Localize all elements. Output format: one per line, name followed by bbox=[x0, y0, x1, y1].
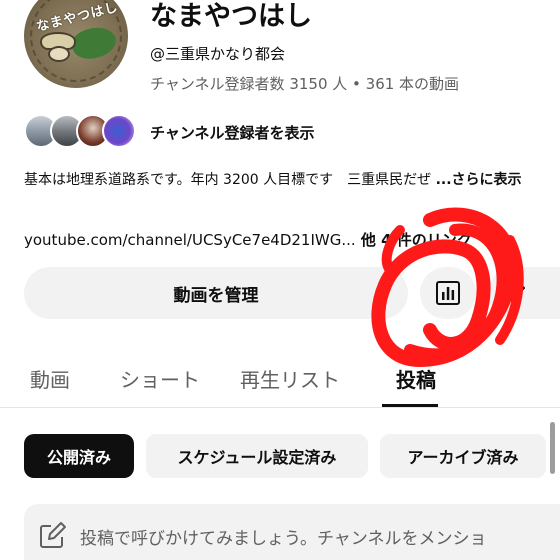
post-placeholder-text: 投稿で呼びかけてみましょう。チャンネルをメンショ bbox=[80, 529, 487, 549]
active-tab-indicator bbox=[382, 404, 438, 407]
channel-description[interactable]: 基本は地理系道路系です。年内 3200 人目標です 三重県民だぜ ...さらに表… bbox=[24, 170, 536, 190]
tab-posts[interactable]: 投稿 bbox=[396, 364, 436, 393]
post-composer-input[interactable]: 投稿で呼びかけてみましょう。チャンネルをメンショ bbox=[24, 504, 560, 560]
pencil-icon bbox=[504, 282, 525, 303]
subscriber-avatars[interactable] bbox=[24, 114, 136, 148]
tab-videos[interactable]: 動画 bbox=[30, 364, 70, 393]
avatar-face-shape bbox=[48, 46, 70, 62]
show-more-link[interactable]: ...さらに表示 bbox=[436, 172, 522, 188]
subscriber-avatar bbox=[102, 114, 136, 148]
channel-stats: チャンネル登録者数 3150 人 • 361 本の動画 bbox=[150, 75, 460, 93]
channel-name: なまやつはし bbox=[150, 1, 312, 32]
manage-videos-label: 動画を管理 bbox=[173, 285, 259, 306]
channel-tabs: 動画 ショート 再生リスト 投稿 bbox=[0, 352, 560, 408]
bar-chart-icon bbox=[436, 281, 460, 305]
tab-playlists[interactable]: 再生リスト bbox=[240, 364, 340, 393]
filter-chip-scheduled[interactable]: スケジュール設定済み bbox=[146, 434, 368, 478]
edit-square-icon bbox=[40, 522, 66, 548]
channel-url[interactable]: youtube.com/channel/UCSyCe7e4D21IWG... bbox=[24, 231, 356, 249]
channel-handle: @三重県かなり都会 bbox=[150, 45, 286, 63]
filter-chip-published[interactable]: 公開済み bbox=[24, 434, 134, 478]
show-subscribers-link[interactable]: チャンネル登録者を表示 bbox=[150, 122, 315, 143]
tab-shorts[interactable]: ショート bbox=[120, 364, 200, 393]
channel-avatar[interactable]: なまやつはし bbox=[24, 0, 128, 88]
scrollbar[interactable] bbox=[550, 422, 555, 474]
filter-chip-archived[interactable]: アーカイブ済み bbox=[380, 434, 546, 478]
channel-links[interactable]: youtube.com/channel/UCSyCe7e4D21IWG... 他… bbox=[24, 229, 544, 250]
manage-videos-button[interactable]: 動画を管理 bbox=[24, 267, 408, 319]
analytics-button[interactable] bbox=[420, 267, 476, 319]
more-links-label[interactable]: 他 4 件のリンク bbox=[356, 231, 472, 249]
description-text: 基本は地理系道路系です。年内 3200 人目標です 三重県民だぜ bbox=[24, 172, 436, 188]
edit-channel-button[interactable] bbox=[488, 267, 560, 319]
